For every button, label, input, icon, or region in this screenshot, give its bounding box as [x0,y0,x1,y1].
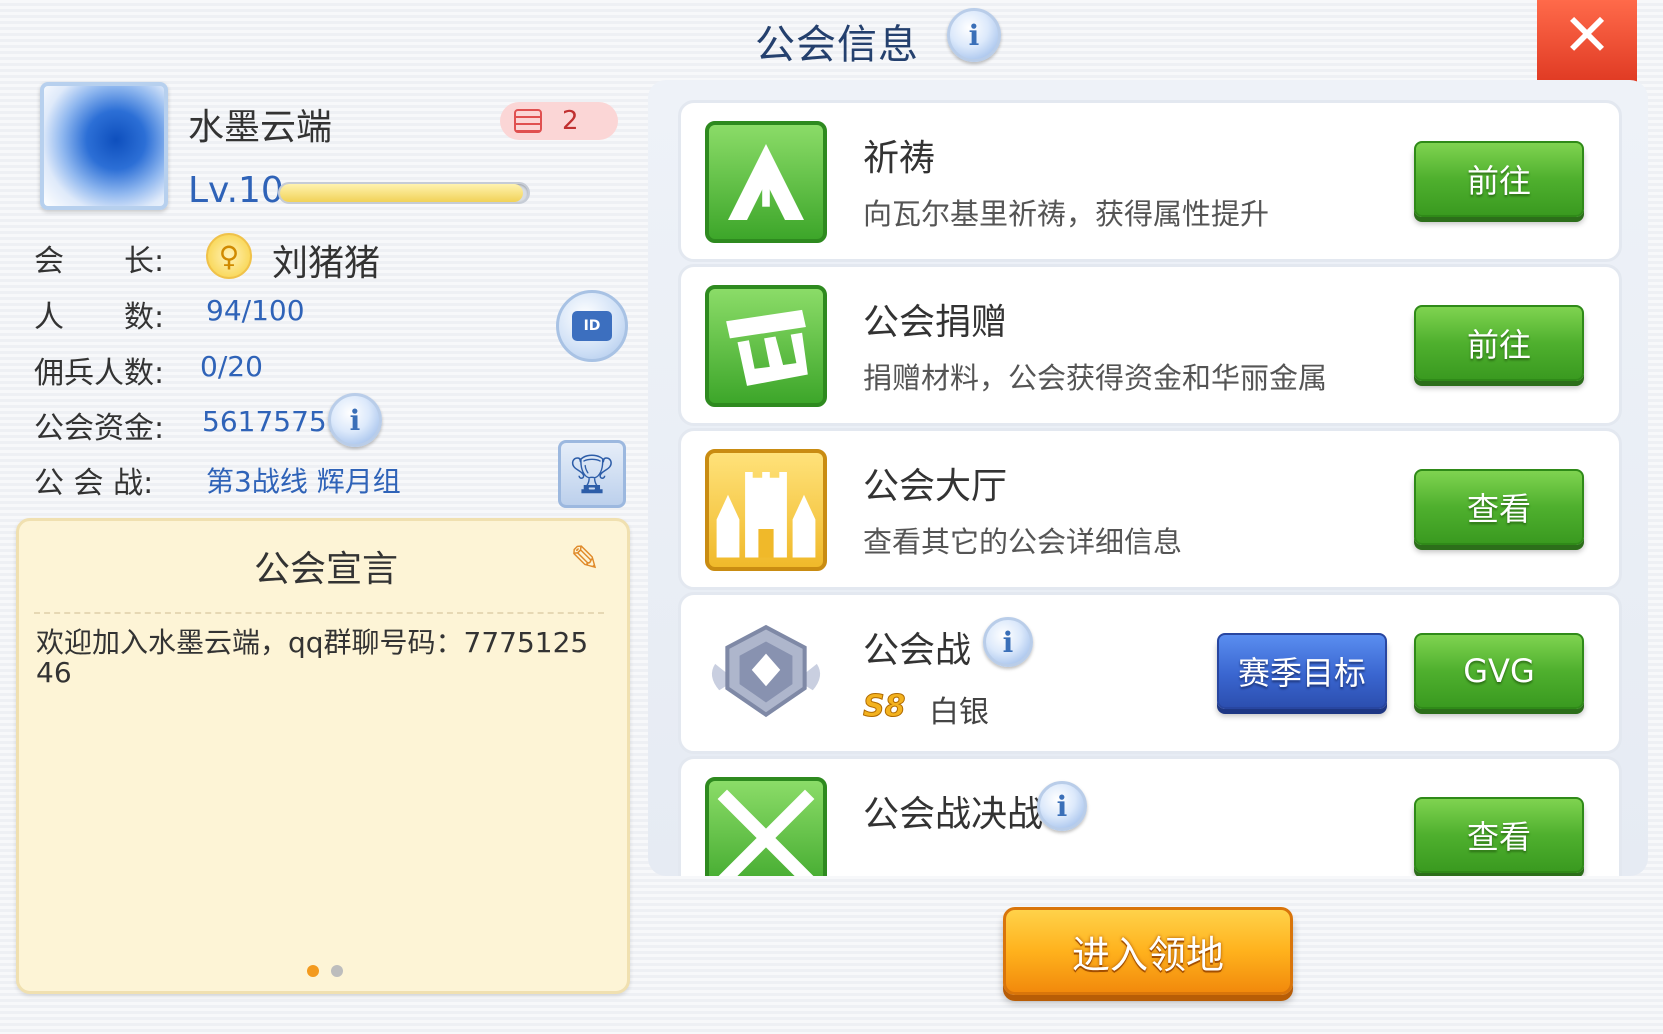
trophy-icon: 🏆︎ [567,451,617,496]
final-battle-info-icon[interactable]: i [1037,781,1087,831]
card-title: 公会战决战 [863,794,1044,835]
feature-card-donation: 公会捐赠 捐赠材料，公会获得资金和华丽金属 前往 [678,264,1622,426]
silver-shield-icon [711,624,821,718]
prayer-icon [705,121,827,243]
feature-card-prayer: 祈祷 向瓦尔基里祈祷，获得属性提升 前往 [678,100,1622,262]
enter-territory-button[interactable]: 进入领地 [1003,907,1293,995]
card-description: 捐赠材料，公会获得资金和华丽金属 [863,361,1328,395]
server-number: 2 [562,106,579,136]
page-dot[interactable] [331,965,343,977]
crossed-swords-icon [705,777,827,876]
hall-view-button[interactable]: 查看 [1414,469,1584,545]
gvg-button[interactable]: GVG [1414,633,1584,709]
guild-id-button[interactable]: ID [556,290,628,362]
card-title: 公会大厅 [863,466,1008,507]
page-title: 公会信息 [755,22,919,68]
exp-bar-fill [280,184,524,202]
card-title: 祈祷 [863,138,936,179]
exp-bar [278,182,530,204]
leader-label: 会 长: [34,244,165,279]
donation-go-button[interactable]: 前往 [1414,305,1584,381]
page-dot-active[interactable] [307,965,319,977]
feature-card-guild-war: 公会战 i S8 白银 赛季目标 GVG [678,592,1622,754]
mercenary-label: 佣兵人数: [34,356,165,391]
declaration-title: 公会宣言 [254,549,399,590]
season-badge: S8 [862,689,906,725]
trophy-button[interactable]: 🏆︎ [558,440,626,508]
donation-icon [705,285,827,407]
feature-list[interactable]: 祈祷 向瓦尔基里祈祷，获得属性提升 前往 公会捐赠 捐赠材料，公会获得资金和华丽… [648,80,1648,876]
castle-icon [705,449,827,571]
card-description: 查看其它的公会详细信息 [863,525,1183,559]
guild-war-label: 公 会 战: [34,466,154,501]
leader-name[interactable]: 刘猪猪 [272,234,380,286]
declaration-divider [34,612,604,614]
rank-text: 白银 [929,695,989,730]
info-icon[interactable]: i [947,8,1001,62]
guild-level: Lv.10 [188,170,284,211]
mercenary-value: 0/20 [200,350,263,383]
guild-avatar [40,82,168,210]
card-title: 公会战 [863,630,972,671]
card-description: 向瓦尔基里祈祷，获得属性提升 [863,197,1270,231]
card-title: 公会捐赠 [863,302,1008,343]
funds-value: 56175751 [202,405,345,438]
server-badge: 2 [500,102,618,140]
funds-label: 公会资金: [34,411,165,446]
season-goal-button[interactable]: 赛季目标 [1217,633,1387,709]
feature-card-hall: 公会大厅 查看其它的公会详细信息 查看 [678,428,1622,590]
members-label: 人 数: [34,300,165,335]
id-card-icon: ID [572,311,612,341]
prayer-go-button[interactable]: 前往 [1414,141,1584,217]
edit-icon[interactable]: ✎ [570,540,610,580]
female-icon: ♀ [206,233,252,279]
funds-info-icon[interactable]: i [328,393,382,447]
final-battle-view-button[interactable]: 查看 [1414,797,1584,873]
guild-war-info-icon[interactable]: i [983,617,1033,667]
members-value: 94/100 [206,294,305,327]
server-icon [514,109,542,133]
declaration-text: 欢迎加入水墨云端，qq群聊号码：777512546 [36,626,589,689]
guild-war-value: 第3战线 辉月组 [206,465,401,498]
guild-name: 水墨云端 [188,107,333,148]
feature-card-final-battle: 公会战决战 i 查看 [678,756,1622,876]
